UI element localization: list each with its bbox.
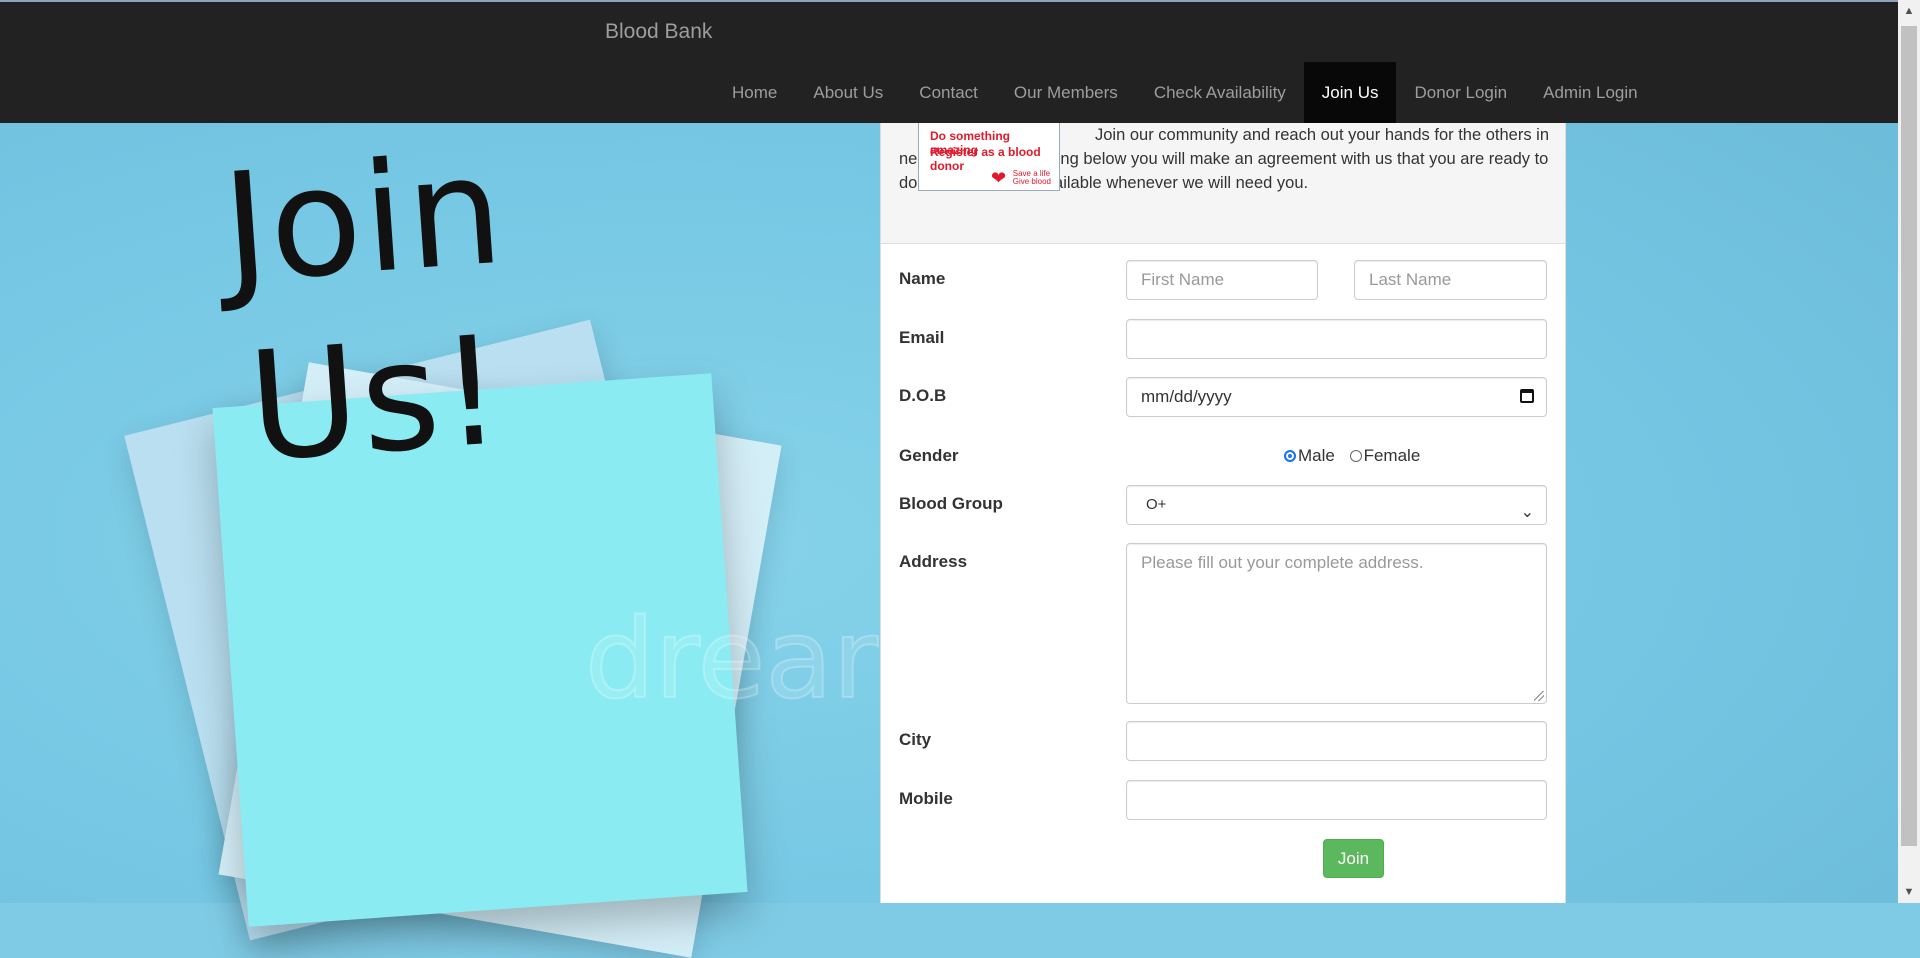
heart-icon: ❤ <box>991 168 1007 188</box>
nav-check-availability[interactable]: Check Availability <box>1136 62 1304 125</box>
dob-placeholder: mm/dd/yyyy <box>1141 387 1232 406</box>
blood-group-select[interactable]: O+ ⌄ <box>1126 485 1547 525</box>
address-placeholder: Please fill out your complete address. <box>1141 553 1424 572</box>
blood-group-label: Blood Group <box>899 494 1003 513</box>
nav-menu: Home About Us Contact Our Members Check … <box>714 62 1656 125</box>
registration-panel: Join our community and reach out your ha… <box>880 123 1566 903</box>
email-label: Email <box>899 328 945 347</box>
gender-female-option[interactable]: Female <box>1349 446 1421 465</box>
page-scrollbar[interactable]: ▲ ▼ <box>1898 0 1920 903</box>
mobile-label: Mobile <box>899 789 953 808</box>
email-input[interactable] <box>1126 319 1547 359</box>
note-line-1: Join <box>217 123 510 317</box>
address-label: Address <box>899 552 968 571</box>
female-label: Female <box>1363 446 1421 465</box>
nav-admin-login[interactable]: Admin Login <box>1525 62 1656 125</box>
nav-about-us[interactable]: About Us <box>795 62 901 125</box>
donor-promo-image: Do something amazing Register as a blood… <box>918 123 1060 191</box>
calendar-icon[interactable] <box>1520 389 1534 403</box>
city-label: City <box>899 730 932 749</box>
address-textarea[interactable]: Please fill out your complete address. <box>1126 543 1547 704</box>
join-us-note-text: Join Us! <box>158 116 582 503</box>
first-name-input[interactable]: First Name <box>1126 260 1318 300</box>
note-line-2: Us! <box>243 304 510 496</box>
male-label: Male <box>1298 446 1335 465</box>
name-label: Name <box>899 269 946 288</box>
nav-join-us[interactable]: Join Us <box>1303 62 1397 125</box>
gender-options: Male Female <box>1284 446 1430 466</box>
female-radio[interactable] <box>1349 450 1362 462</box>
last-name-input[interactable]: Last Name <box>1354 260 1547 300</box>
nav-home[interactable]: Home <box>714 62 795 125</box>
nav-contact[interactable]: Contact <box>901 62 996 125</box>
nav-donor-login[interactable]: Donor Login <box>1396 62 1525 125</box>
watermark: drear <box>584 594 879 724</box>
gender-male-option[interactable]: Male <box>1284 446 1335 465</box>
dob-label: D.O.B <box>899 386 947 405</box>
dob-input[interactable]: mm/dd/yyyy <box>1126 377 1547 417</box>
save-a-life-logo: Save a life Give blood <box>1013 170 1051 186</box>
gender-label: Gender <box>899 446 959 465</box>
join-button[interactable]: Join <box>1323 839 1384 878</box>
nav-our-members[interactable]: Our Members <box>996 62 1136 125</box>
city-input[interactable] <box>1126 721 1547 761</box>
resize-handle-icon[interactable] <box>1534 691 1544 701</box>
blood-group-value: O+ <box>1146 496 1167 513</box>
navbar: Blood Bank Home About Us Contact Our Mem… <box>0 0 1898 125</box>
logo-line-2: Give blood <box>1012 177 1051 186</box>
scroll-down-arrow-icon[interactable]: ▼ <box>1898 883 1920 901</box>
mobile-input[interactable] <box>1126 780 1547 820</box>
brand-link[interactable]: Blood Bank <box>605 20 712 44</box>
scroll-up-arrow-icon[interactable]: ▲ <box>1898 2 1920 20</box>
intro-section: Join our community and reach out your ha… <box>881 123 1565 244</box>
scrollbar-thumb[interactable] <box>1901 26 1917 846</box>
chevron-down-icon: ⌄ <box>1520 504 1534 521</box>
male-radio[interactable] <box>1284 450 1296 462</box>
